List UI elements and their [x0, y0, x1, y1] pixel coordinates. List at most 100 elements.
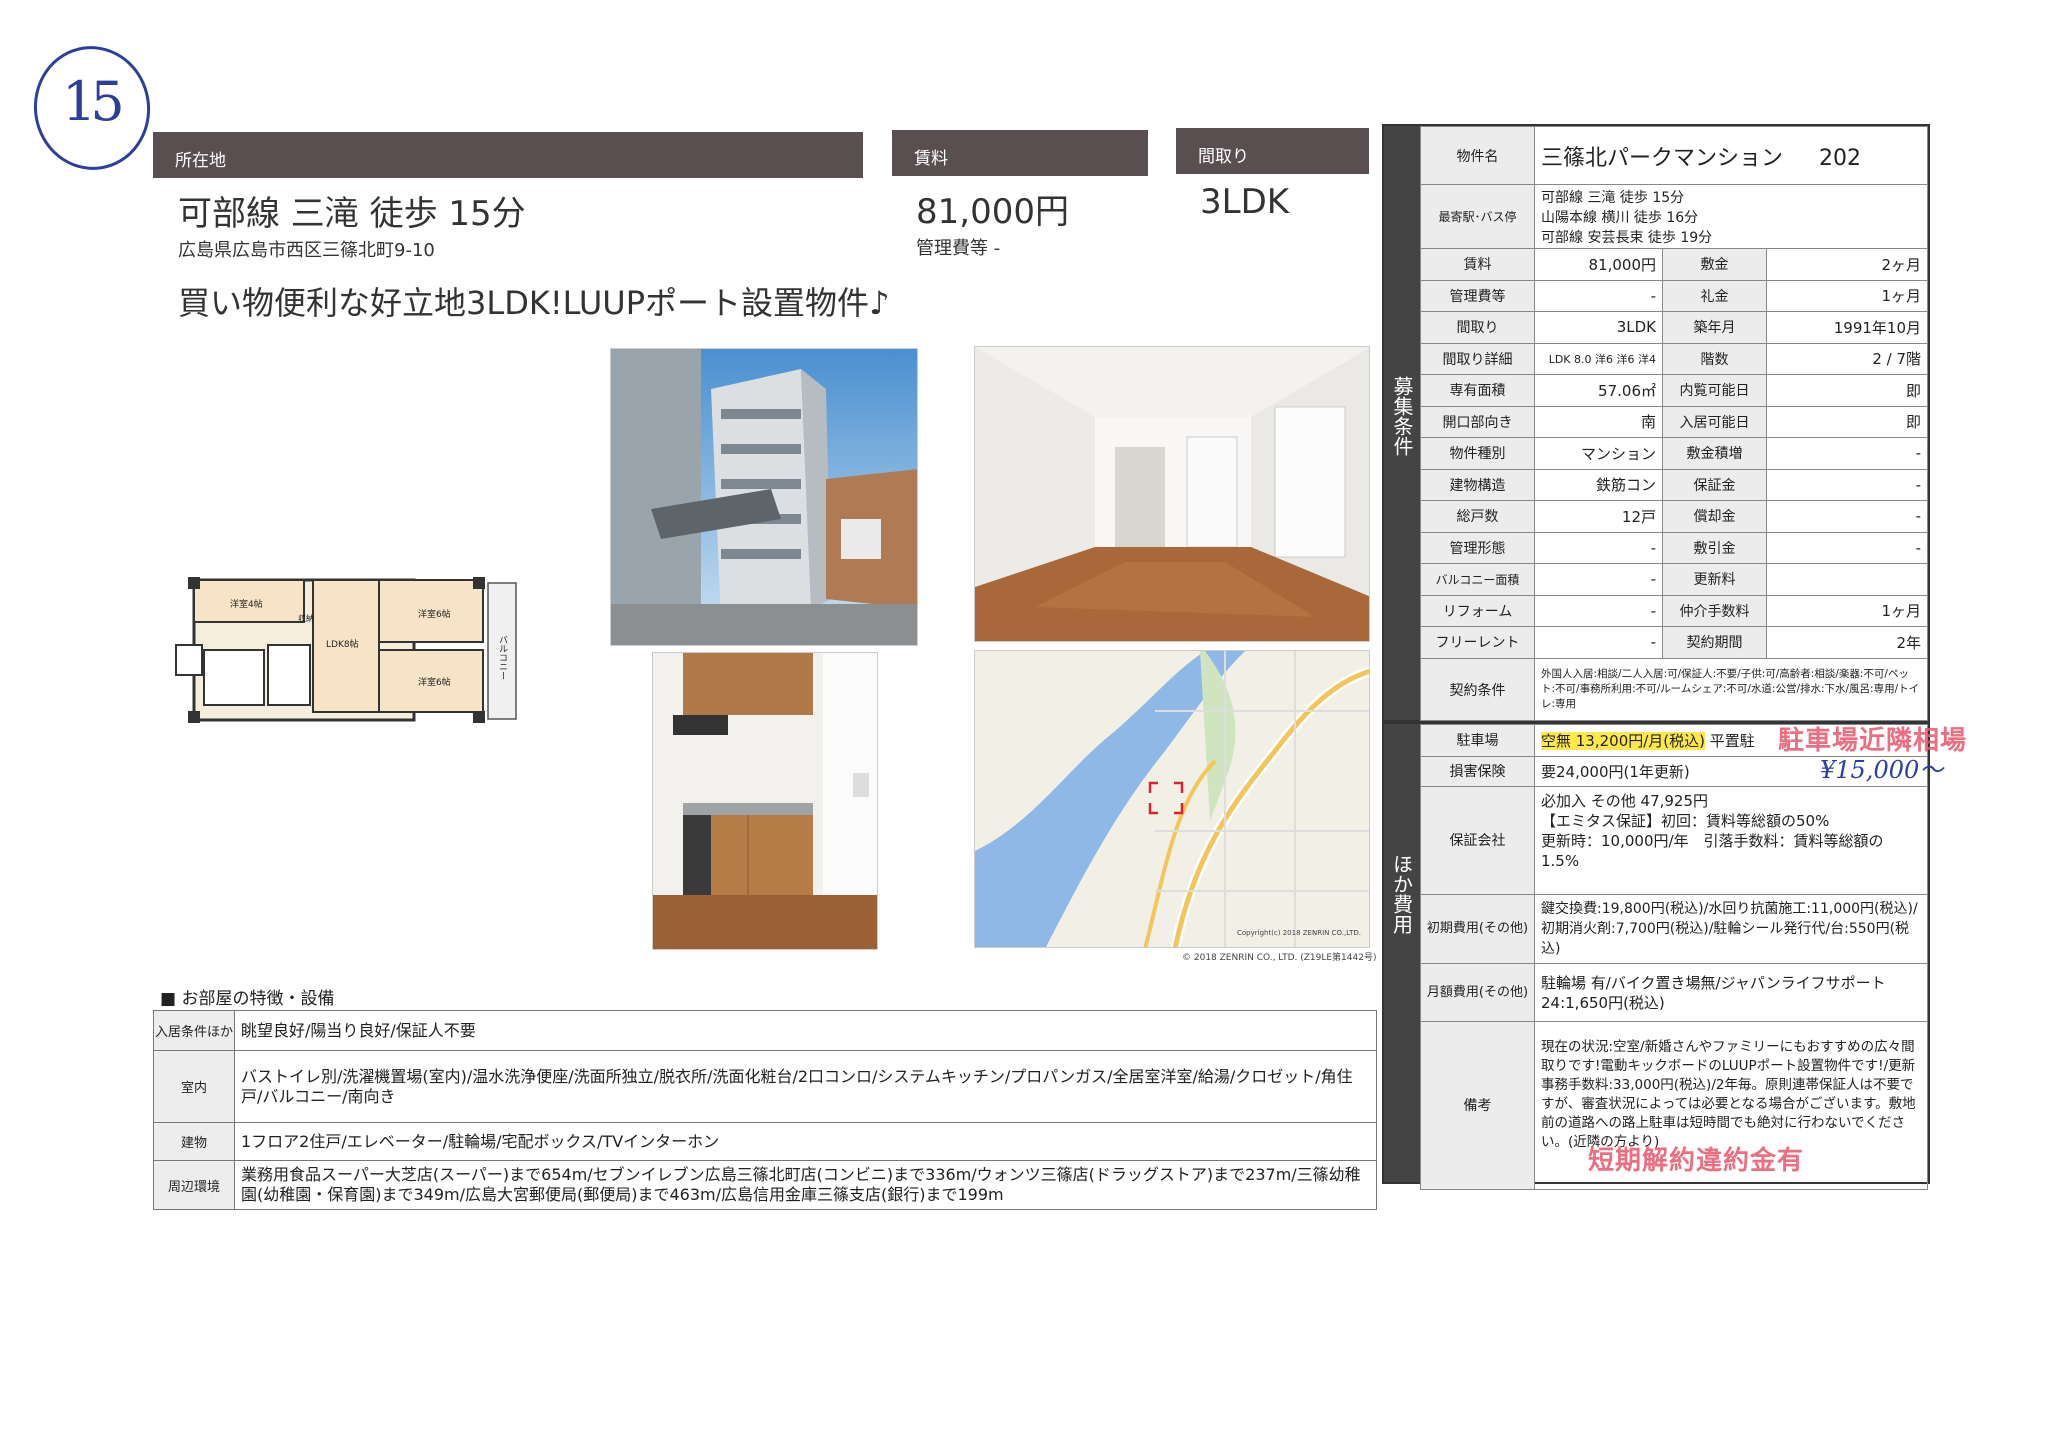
insurance-label: 損害保険	[1420, 756, 1535, 787]
layout-header: 間取り	[1176, 128, 1369, 174]
room-label: 洋室6帖	[418, 678, 451, 688]
condition-label: 間取り	[1420, 311, 1535, 344]
condition-value: -	[1534, 531, 1663, 564]
condition-value: 南	[1534, 405, 1663, 438]
condition-label: 敷引金	[1662, 531, 1767, 564]
condition-label: 内覧可能日	[1662, 374, 1767, 407]
condition-label: 管理費等	[1420, 279, 1535, 312]
condition-label: 保証金	[1662, 468, 1767, 501]
parking-fee: 空無 13,200円/月(税込)	[1541, 731, 1706, 750]
initial-cost-value: 鍵交換費:19,800円(税込)/水回り抗菌施工:11,000円(税込)/初期消…	[1534, 894, 1928, 964]
condition-row: バルコニー面積 - 更新料	[1420, 563, 1928, 596]
condition-value: 1991年10月	[1766, 311, 1928, 344]
condition-row: 間取り 3LDK 築年月 1991年10月	[1420, 311, 1928, 344]
condition-label: 物件種別	[1420, 437, 1535, 470]
kitchen-photo	[652, 652, 878, 950]
contract-table: 契約条件 外国人入居:相談/二人入居:可/保証人:不要/子供:可/高齢者:相談/…	[1420, 658, 1928, 721]
condition-value: 1ヶ月	[1766, 279, 1928, 312]
guarantee-line: 更新時：10,000円/年 引落手数料：賃料等総額の1.5%	[1541, 832, 1884, 870]
station-text: 可部線 三滝 徒歩 15分	[178, 194, 526, 234]
condition-label: 賃料	[1420, 248, 1535, 281]
address-text: 広島県広島市西区三篠北町9-10	[178, 240, 435, 261]
condition-label: 階数	[1662, 342, 1767, 375]
parking-label: 駐車場	[1420, 724, 1535, 757]
condition-value: -	[1534, 594, 1663, 627]
interior-photo	[974, 346, 1370, 642]
room-label: 洋室6帖	[418, 610, 451, 620]
condition-row: フリーレント - 契約期間 2年	[1420, 626, 1928, 659]
condition-label: 専有面積	[1420, 374, 1535, 407]
remarks-label: 備考	[1420, 1021, 1535, 1190]
other-cost-table: 駐車場 空無 13,200円/月(税込) 平置駐 損害保険 要24,000円(1…	[1420, 724, 1928, 1190]
condition-label: 更新料	[1662, 563, 1767, 596]
other-cost-panel: ほか費用 駐車場 空無 13,200円/月(税込) 平置駐 損害保険 要24,0…	[1382, 722, 1930, 1190]
condition-label: 総戸数	[1420, 500, 1535, 533]
condition-value: -	[1534, 626, 1663, 659]
condition-label: 管理形態	[1420, 531, 1535, 564]
parking-handwritten-price: ¥15,000〜	[1820, 756, 1944, 784]
feature-value: バストイレ別/洗濯機置場(室内)/温水洗浄便座/洗面所独立/脱衣所/洗面化粧台/…	[234, 1050, 1377, 1123]
condition-label: 仲介手数料	[1662, 594, 1767, 627]
other-side-text: ほか費用	[1389, 854, 1414, 934]
feature-row: 入居条件ほか 眺望良好/陽当り良好/保証人不要	[153, 1010, 1377, 1051]
feature-label: 入居条件ほか	[153, 1010, 235, 1051]
feature-row: 建物 1フロア2住戸/エレベーター/駐輪場/宅配ボックス/TVインターホン	[153, 1122, 1377, 1161]
guarantee-label: 保証会社	[1420, 786, 1535, 895]
condition-label: 契約期間	[1662, 626, 1767, 659]
condition-value: 即	[1766, 374, 1928, 407]
condition-row: 総戸数 12戸 償却金 -	[1420, 500, 1928, 533]
location-map: Copyright(c) 2018 ZENRIN CO.,LTD.	[974, 650, 1370, 948]
map-credit: © 2018 ZENRIN CO., LTD. (Z19LE第1442号)	[1182, 953, 1377, 963]
catchphrase: 買い物便利な好立地3LDK!LUUPポート設置物件♪	[178, 284, 890, 322]
feature-row: 周辺環境 業務用食品スーパー大芝店(スーパー)まで654m/セブンイレブン広島三…	[153, 1160, 1377, 1210]
exterior-photo	[610, 348, 918, 646]
condition-row: 物件種別 マンション 敷金積増 -	[1420, 437, 1928, 470]
station-line: 可部線 安芸長束 徒歩 19分	[1541, 229, 1713, 246]
condition-label: 入居可能日	[1662, 405, 1767, 438]
feature-value: 業務用食品スーパー大芝店(スーパー)まで654m/セブンイレブン広島三篠北町店(…	[234, 1160, 1377, 1210]
stations-cell: 可部線 三滝 徒歩 15分 山陽本線 横川 徒歩 16分 可部線 安芸長束 徒歩…	[1534, 184, 1928, 249]
condition-value: -	[1534, 563, 1663, 596]
feature-row: 室内 バストイレ別/洗濯機置場(室内)/温水洗浄便座/洗面所独立/脱衣所/洗面化…	[153, 1050, 1377, 1123]
features-table: 入居条件ほか 眺望良好/陽当り良好/保証人不要 室内 バストイレ別/洗濯機置場(…	[153, 1010, 1377, 1210]
parking-type: 平置駐	[1705, 731, 1755, 750]
condition-label: 敷金積増	[1662, 437, 1767, 470]
mgmt-fee-text: 管理費等 -	[916, 238, 1001, 259]
features-title: ■ お部屋の特徴・設備	[160, 989, 335, 1009]
floor-plan: 洋室4帖 LDK8帖 洋室6帖 洋室6帖 収納 バルコニー	[168, 575, 540, 727]
property-name-label: 物件名	[1420, 126, 1535, 185]
contract-conditions: 外国人入居:相談/二人入居:可/保証人:不要/子供:可/高齢者:相談/楽器:不可…	[1534, 658, 1928, 721]
condition-row: 間取り詳細 LDK 8.0 洋6 洋6 洋4 階数 2 / 7階	[1420, 342, 1928, 375]
condition-value: 鉄筋コン	[1534, 468, 1663, 501]
initial-cost-label: 初期費用(その他)	[1420, 894, 1535, 964]
condition-value: 即	[1766, 405, 1928, 438]
guarantee-cell: 必加入 その他 47,925円 【エミタス保証】初回：賃料等総額の50% 更新時…	[1534, 786, 1928, 895]
condition-value	[1766, 563, 1928, 596]
layout-value: 3LDK	[1200, 182, 1290, 222]
condition-value: 3LDK	[1534, 311, 1663, 344]
condition-value: 12戸	[1534, 500, 1663, 533]
condition-value: 2年	[1766, 626, 1928, 659]
condition-row: 専有面積 57.06㎡ 内覧可能日即	[1420, 374, 1928, 407]
condition-row: リフォーム - 仲介手数料 1ヶ月	[1420, 594, 1928, 627]
room-label: LDK8帖	[326, 640, 359, 650]
condition-value: -	[1766, 531, 1928, 564]
guarantee-line: 【エミタス保証】初回：賃料等総額の50%	[1541, 812, 1830, 830]
condition-row: 建物構造 鉄筋コン 保証金 -	[1420, 468, 1928, 501]
condition-label: リフォーム	[1420, 594, 1535, 627]
condition-value: 2ヶ月	[1766, 248, 1928, 281]
condition-row: 賃料 81,000円 敷金 2ヶ月	[1420, 248, 1928, 281]
map-copyright: Copyright(c) 2018 ZENRIN CO.,LTD.	[1236, 929, 1361, 937]
station-label: 最寄駅･バス停	[1420, 184, 1535, 249]
station-line: 山陽本線 横川 徒歩 16分	[1541, 209, 1699, 226]
condition-value: 2 / 7階	[1766, 342, 1928, 375]
condition-label: バルコニー面積	[1420, 563, 1535, 596]
room-label: 洋室4帖	[230, 600, 263, 610]
property-name-cell: 三篠北パークマンション 202	[1534, 126, 1928, 185]
recruit-side-label: 募集条件	[1384, 126, 1420, 720]
guarantee-line: 必加入 その他 47,925円	[1541, 792, 1709, 810]
rent-value: 81,000円	[916, 192, 1069, 232]
condition-row: 開口部向き南入居可能日即	[1420, 405, 1928, 438]
storage-label: 収納	[298, 614, 314, 623]
feature-value: 1フロア2住戸/エレベーター/駐輪場/宅配ボックス/TVインターホン	[234, 1122, 1377, 1161]
